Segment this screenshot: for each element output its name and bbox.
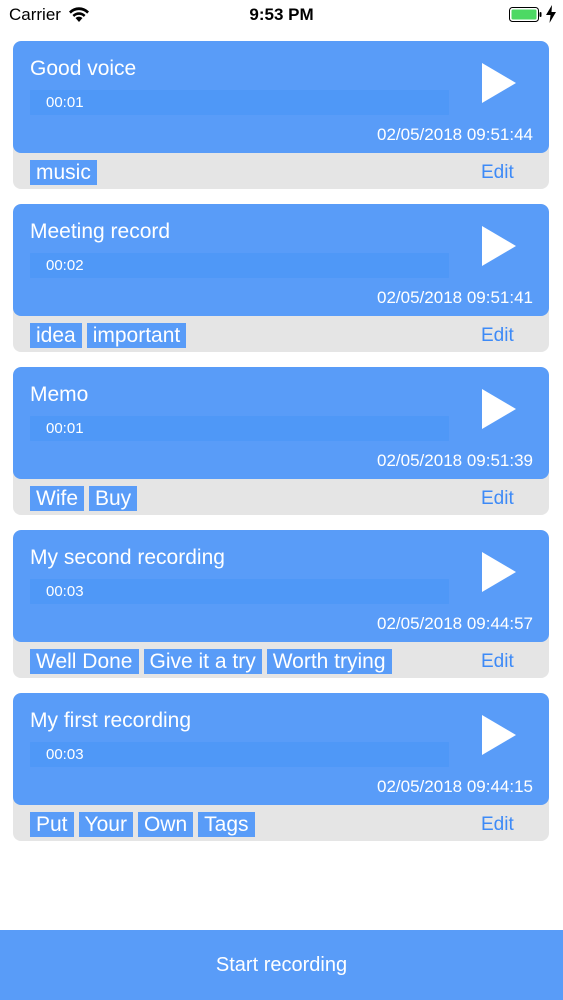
- tag: Put: [30, 812, 74, 837]
- recording-card: Meeting record 00:02 02/05/2018 09:51:41…: [13, 204, 549, 352]
- recording-duration: 00:01: [46, 420, 84, 437]
- recording-card: My first recording 00:03 02/05/2018 09:4…: [13, 693, 549, 841]
- recording-title: Good voice: [30, 57, 137, 80]
- recording-duration: 00:03: [46, 746, 84, 763]
- tag: Buy: [89, 486, 138, 511]
- tag: Wife: [30, 486, 84, 511]
- recording-card-header[interactable]: Good voice 00:01 02/05/2018 09:51:44: [13, 41, 549, 153]
- tag: Well Done: [30, 649, 139, 674]
- playback-progress-bar[interactable]: 00:01: [30, 90, 449, 115]
- recording-date: 02/05/2018 09:51:39: [377, 451, 533, 470]
- recording-duration: 00:03: [46, 583, 84, 600]
- play-icon[interactable]: [482, 63, 516, 103]
- recording-list: Good voice 00:01 02/05/2018 09:51:44 mus…: [13, 41, 549, 856]
- recording-card-header[interactable]: Meeting record 00:02 02/05/2018 09:51:41: [13, 204, 549, 316]
- playback-progress-bar[interactable]: 00:01: [30, 416, 449, 441]
- start-recording-button[interactable]: Start recording: [0, 930, 563, 1000]
- tag: important: [86, 323, 187, 348]
- tag: Give it a try: [143, 649, 262, 674]
- recording-duration: 00:02: [46, 257, 84, 274]
- playback-progress-bar[interactable]: 00:02: [30, 253, 449, 278]
- battery-icon: [509, 7, 542, 22]
- tag-list: Well Done Give it a try Worth trying: [30, 649, 397, 674]
- recording-card-header[interactable]: Memo 00:01 02/05/2018 09:51:39: [13, 367, 549, 479]
- tag-list: idea important: [30, 323, 191, 348]
- recording-date: 02/05/2018 09:51:41: [377, 288, 533, 307]
- recording-title: My second recording: [30, 546, 225, 569]
- play-icon[interactable]: [482, 389, 516, 429]
- tag: music: [30, 160, 97, 185]
- tag-list: Put Your Own Tags: [30, 812, 260, 837]
- recording-card: Good voice 00:01 02/05/2018 09:51:44 mus…: [13, 41, 549, 189]
- edit-button[interactable]: Edit: [481, 486, 514, 511]
- status-bar: Carrier 9:53 PM: [0, 0, 563, 30]
- tag: Your: [78, 812, 133, 837]
- playback-progress-bar[interactable]: 00:03: [30, 742, 449, 767]
- recording-title: My first recording: [30, 709, 192, 732]
- tag: Tags: [198, 812, 255, 837]
- tag: idea: [30, 323, 82, 348]
- tag-list: music: [30, 160, 102, 185]
- clock: 9:53 PM: [249, 5, 314, 24]
- recording-date: 02/05/2018 09:51:44: [377, 125, 533, 144]
- charging-bolt-icon: [546, 5, 556, 23]
- edit-button[interactable]: Edit: [481, 649, 514, 674]
- play-icon[interactable]: [482, 552, 516, 592]
- edit-button[interactable]: Edit: [481, 812, 514, 837]
- tag-list: Wife Buy: [30, 486, 142, 511]
- play-icon[interactable]: [482, 226, 516, 266]
- recording-card: Memo 00:01 02/05/2018 09:51:39 Wife Buy …: [13, 367, 549, 515]
- playback-progress-bar[interactable]: 00:03: [30, 579, 449, 604]
- recording-card-header[interactable]: My second recording 00:03 02/05/2018 09:…: [13, 530, 549, 642]
- recording-date: 02/05/2018 09:44:57: [377, 614, 533, 633]
- edit-button[interactable]: Edit: [481, 160, 514, 185]
- edit-button[interactable]: Edit: [481, 323, 514, 348]
- recording-title: Memo: [30, 383, 89, 406]
- tag: Worth trying: [266, 649, 392, 674]
- recording-date: 02/05/2018 09:44:15: [377, 777, 533, 796]
- recording-card: My second recording 00:03 02/05/2018 09:…: [13, 530, 549, 678]
- recording-title: Meeting record: [30, 220, 171, 243]
- tag: Own: [137, 812, 194, 837]
- play-icon[interactable]: [482, 715, 516, 755]
- recording-duration: 00:01: [46, 94, 84, 111]
- recording-card-header[interactable]: My first recording 00:03 02/05/2018 09:4…: [13, 693, 549, 805]
